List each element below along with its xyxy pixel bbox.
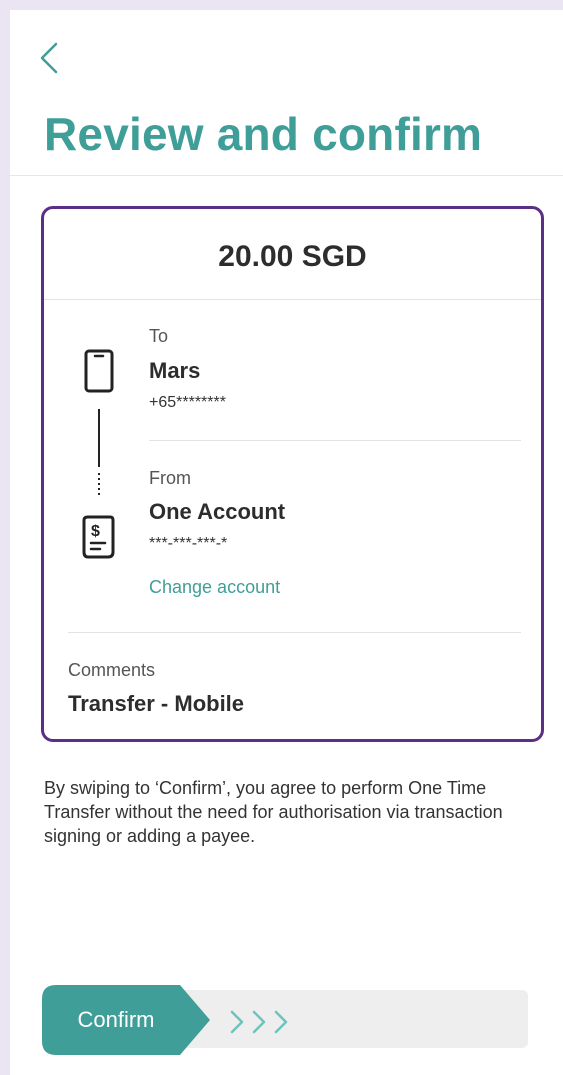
amount-divider xyxy=(44,299,541,300)
swipe-confirm-button[interactable]: Confirm xyxy=(42,985,210,1055)
chevron-left-icon xyxy=(40,42,58,74)
mobile-phone-icon xyxy=(83,349,115,398)
comments-divider xyxy=(68,632,521,633)
to-label: To xyxy=(149,326,169,346)
change-account-link[interactable]: Change account xyxy=(149,576,280,598)
source-account-name: One Account xyxy=(149,499,286,524)
header-divider xyxy=(10,175,563,176)
disclaimer-text: By swiping to ‘Confirm’, you agree to pe… xyxy=(44,778,503,846)
transfer-amount: 20.00 SGD xyxy=(218,240,367,273)
transfer-summary-card: 20.00 SGD $ To Mars +65******** From One… xyxy=(41,206,544,742)
source-account-number: ***-***-***-* xyxy=(149,535,228,552)
from-label: From xyxy=(149,468,191,488)
recipient-number: +65******** xyxy=(149,394,226,411)
screen: Review and confirm 20.00 SGD $ To Mars +… xyxy=(10,10,563,1075)
back-button[interactable] xyxy=(38,40,64,80)
transfer-connector-line xyxy=(97,409,101,495)
triple-chevron-right-icon xyxy=(228,1008,298,1041)
swipe-confirm-label: Confirm xyxy=(77,1007,155,1032)
svg-text:$: $ xyxy=(91,523,100,540)
to-from-divider xyxy=(149,440,521,441)
page-title: Review and confirm xyxy=(44,108,483,160)
comments-value: Transfer - Mobile xyxy=(68,691,245,716)
comments-label: Comments xyxy=(68,660,156,680)
account-document-icon: $ xyxy=(80,514,116,565)
recipient-name: Mars xyxy=(149,358,201,383)
